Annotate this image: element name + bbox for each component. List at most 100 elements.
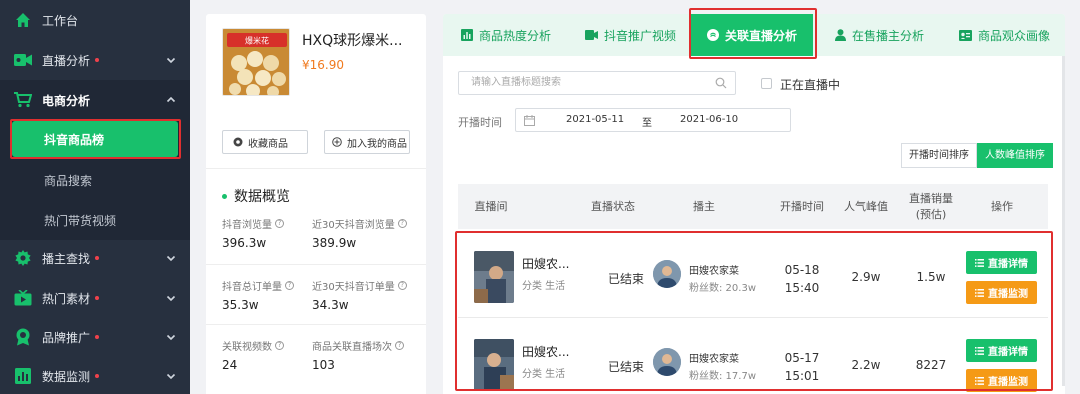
chevron-down-icon — [166, 295, 176, 302]
tab-related-live[interactable]: 关联直播分析 — [691, 14, 813, 56]
live-now-checkbox[interactable] — [761, 78, 772, 89]
sidebar-item-data-monitor[interactable]: 数据监测 — [0, 356, 190, 394]
avatar[interactable] — [653, 348, 681, 376]
product-thumbnail[interactable]: 爆米花 — [222, 28, 290, 96]
live-room-thumbnail[interactable] — [474, 339, 514, 391]
live-room-title[interactable]: 田嫂农... — [522, 255, 569, 272]
add-my-product-button[interactable]: 加入我的商品 — [324, 130, 410, 154]
live-detail-button[interactable]: 直播详情 — [966, 339, 1037, 362]
sidebar-item-label: 热门素材 — [42, 291, 91, 306]
table-row[interactable]: 田嫂农... 分类 生活 已结束 田嫂农家菜 粉丝数: 17.7w 05-17 … — [458, 325, 1048, 394]
sidebar-item-live-analysis[interactable]: 直播分析 — [0, 40, 190, 80]
collect-product-button[interactable]: 收藏商品 — [222, 130, 308, 154]
search-icon[interactable] — [715, 77, 727, 89]
tab-bar: 商品热度分析 抖音推广视频 关联直播分析 在售播主分析 商品观众画像 — [443, 14, 1065, 56]
live-room-title[interactable]: 田嫂农... — [522, 343, 569, 360]
start-date: 05-18 — [784, 263, 820, 277]
help-icon[interactable]: ? — [275, 219, 284, 228]
live-room-thumbnail[interactable] — [474, 251, 514, 303]
tab-label: 商品热度分析 — [479, 28, 552, 43]
chevron-down-icon — [166, 373, 176, 380]
row-divider — [458, 317, 1048, 318]
start-time: 05-18 15:40 — [774, 261, 830, 297]
stat-related-videos: 关联视频数? 24 — [222, 338, 322, 372]
tab-product-heat[interactable]: 商品热度分析 — [461, 14, 551, 56]
peak-viewers: 2.2w — [851, 358, 881, 372]
home-icon — [14, 11, 32, 29]
sidebar-item-workbench[interactable]: 工作台 — [0, 0, 190, 40]
column-header: 操作 — [991, 199, 1013, 213]
help-icon[interactable]: ? — [397, 219, 407, 228]
chevron-down-icon — [166, 57, 176, 64]
sidebar-subitem-hot-videos[interactable]: 热门带货视频 — [0, 200, 190, 240]
sidebar-subitem-label: 抖音商品榜 — [44, 132, 105, 147]
live-icon — [706, 29, 719, 41]
sidebar-item-brand-promo[interactable]: 品牌推广 — [0, 317, 190, 357]
scrollbar[interactable] — [1062, 56, 1065, 386]
sidebar-item-label: 品牌推广 — [42, 330, 91, 345]
list-icon — [975, 258, 984, 267]
product-name[interactable]: HXQ球形爆米... — [302, 30, 420, 50]
sort-by-peak-viewers-button[interactable]: 人数峰值排序 — [977, 143, 1053, 168]
sidebar-subitem-douyin-products[interactable]: 抖音商品榜 — [12, 121, 178, 157]
estimated-sales: 8227 — [915, 358, 947, 372]
date-from[interactable]: 2021-05-11 — [566, 114, 624, 125]
avatar[interactable] — [653, 260, 681, 288]
date-separator: 至 — [642, 118, 652, 129]
start-time: 05-17 15:01 — [774, 349, 830, 385]
plus-circle-icon — [332, 137, 342, 147]
stats-icon — [461, 29, 473, 41]
stat-related-lives: 商品关联直播场次? 103 — [312, 338, 412, 372]
date-range-picker[interactable]: 2021-05-11 至 2021-06-10 — [515, 108, 791, 132]
notification-dot — [95, 335, 100, 339]
product-panel: 爆米花 HXQ球形爆米... ¥16.90 收藏商品 加入我的商品 数据概览 抖… — [206, 14, 426, 394]
product-thumb-text: 爆米花 — [245, 36, 269, 46]
table-row[interactable]: 田嫂农... 分类 生活 已结束 田嫂农家菜 粉丝数: 20.3w 05-18 … — [458, 237, 1048, 317]
play-icon — [585, 29, 598, 41]
help-icon[interactable]: ? — [395, 341, 404, 350]
tab-promo-videos[interactable]: 抖音推广视频 — [585, 14, 676, 56]
host-name[interactable]: 田嫂农家菜 — [689, 262, 739, 277]
divider — [206, 324, 426, 325]
date-to[interactable]: 2021-06-10 — [680, 114, 738, 125]
main-panel: 商品热度分析 抖音推广视频 关联直播分析 在售播主分析 商品观众画像 请输入直播… — [443, 14, 1065, 394]
live-now-label[interactable]: 正在直播中 — [780, 76, 840, 93]
sidebar-item-host-search[interactable]: 播主查找 — [0, 238, 190, 278]
tab-audience-profile[interactable]: 商品观众画像 — [959, 14, 1050, 56]
tv-icon — [14, 289, 32, 307]
sidebar-item-label: 数据监测 — [42, 369, 91, 384]
chart-icon — [14, 367, 32, 385]
column-header: 人气峰值 — [844, 199, 888, 213]
badge-icon — [14, 328, 32, 346]
tab-label: 在售播主分析 — [852, 28, 925, 43]
tab-label: 商品观众画像 — [978, 28, 1051, 43]
host-name[interactable]: 田嫂农家菜 — [689, 350, 739, 365]
sidebar-item-hot-materials[interactable]: 热门素材 — [0, 278, 190, 318]
start-date: 05-17 — [784, 351, 820, 365]
video-icon — [14, 51, 32, 69]
sidebar-item-ecommerce[interactable]: 电商分析 — [0, 80, 190, 120]
help-icon[interactable]: ? — [397, 281, 407, 290]
tab-selling-hosts[interactable]: 在售播主分析 — [835, 14, 924, 56]
live-monitor-button[interactable]: 直播监测 — [966, 281, 1037, 304]
live-title-search-input[interactable]: 请输入直播标题搜索 — [458, 71, 736, 95]
chevron-up-icon — [166, 96, 176, 103]
list-icon — [975, 288, 984, 297]
column-header: 直播销量 (预估) — [909, 191, 953, 221]
help-icon[interactable]: ? — [285, 281, 294, 290]
help-icon[interactable]: ? — [275, 341, 284, 350]
cart-icon — [14, 91, 32, 109]
divider — [206, 168, 426, 169]
collect-product-label: 收藏商品 — [248, 138, 288, 150]
bullet-dot — [222, 193, 227, 199]
sort-by-start-time-button[interactable]: 开播时间排序 — [901, 143, 977, 168]
start-clock: 15:40 — [784, 281, 820, 295]
stat-30day-orders: 近30天抖音订单量? 34.3w — [312, 278, 412, 312]
peak-viewers: 2.9w — [851, 270, 881, 284]
sidebar-subitem-label: 热门带货视频 — [44, 213, 117, 228]
live-monitor-button[interactable]: 直播监测 — [966, 369, 1037, 392]
sidebar-subitem-product-search[interactable]: 商品搜索 — [0, 160, 190, 200]
host-fans: 粉丝数: 17.7w — [689, 371, 756, 382]
gear-icon — [14, 249, 32, 267]
live-detail-button[interactable]: 直播详情 — [966, 251, 1037, 274]
